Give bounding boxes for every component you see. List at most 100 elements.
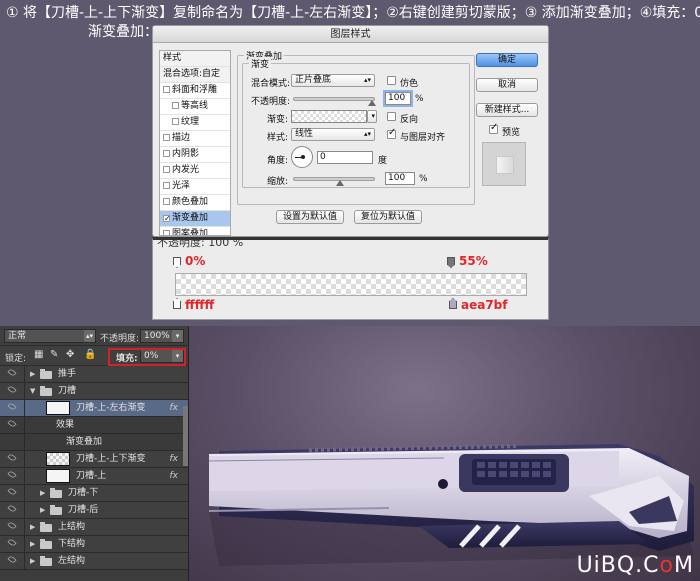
scale-input[interactable]: 100	[385, 172, 415, 185]
angle-dial[interactable]	[291, 146, 313, 168]
scale-label: 缩放:	[267, 177, 289, 187]
lock-all-icon[interactable]: 🔒	[84, 349, 96, 360]
effect-item[interactable]: 光泽	[160, 179, 230, 195]
cancel-button[interactable]: 取消	[476, 78, 538, 92]
gradient-dropdown[interactable]: ▾	[367, 110, 377, 123]
layer-row[interactable]: 渐变叠加	[0, 434, 188, 451]
blend-options-item[interactable]: 混合选项:自定	[160, 67, 230, 83]
folder-icon	[50, 505, 62, 515]
effect-item[interactable]: 内发光	[160, 163, 230, 179]
gradient-swatch[interactable]	[291, 110, 367, 123]
dither-checkbox[interactable]	[387, 76, 396, 85]
eye-icon[interactable]	[7, 401, 17, 412]
layer-row[interactable]: ▶ 下结构	[0, 536, 188, 553]
effect-item[interactable]: 内阴影	[160, 147, 230, 163]
align-with-layer-checkbox[interactable]	[387, 127, 396, 139]
reset-default-button[interactable]: 复位为默认值	[354, 210, 422, 224]
disclosure-triangle-icon[interactable]: ▶	[30, 366, 35, 382]
effect-checkbox[interactable]	[172, 102, 179, 109]
layer-row[interactable]: ▼ 刀槽	[0, 383, 188, 400]
opacity-stop-left[interactable]	[173, 257, 181, 268]
make-default-button[interactable]: 设置为默认值	[276, 210, 344, 224]
eye-icon[interactable]	[7, 469, 17, 480]
layer-row[interactable]: 刀槽-上-上下渐变 fx	[0, 451, 188, 468]
watermark-part-2: o	[659, 553, 675, 578]
effect-label: 等高线	[181, 101, 209, 111]
eye-icon[interactable]	[7, 520, 17, 531]
layer-name: 下结构	[58, 539, 86, 549]
effect-item[interactable]: 图案叠加	[160, 227, 230, 235]
opacity-stop-right[interactable]	[447, 257, 455, 268]
scale-slider-thumb[interactable]	[336, 180, 344, 186]
effect-checkbox[interactable]	[163, 230, 170, 235]
lock-move-icon[interactable]: ✥	[66, 349, 74, 360]
fx-icon[interactable]: fx	[170, 400, 179, 416]
effect-item[interactable]: 等高线	[160, 99, 230, 115]
cropped-opacity-label: 不透明度: 100 %	[157, 237, 244, 249]
disclosure-triangle-icon[interactable]: ▶	[30, 536, 35, 552]
scale-slider[interactable]	[293, 177, 375, 181]
effect-checkbox[interactable]: ✓	[163, 215, 171, 223]
effect-item[interactable]: ✓渐变叠加	[160, 211, 230, 227]
blend-mode-select[interactable]: 正片叠底 ▴▾	[291, 74, 375, 87]
blend-mode-dropdown[interactable]: 正常 ▴▾	[4, 329, 96, 343]
disclosure-triangle-icon[interactable]: ▼	[30, 383, 35, 399]
effect-checkbox[interactable]	[163, 134, 170, 141]
gradient-overlay-group: 渐变叠加 渐变 混合模式: 正片叠底▴▾ 仿色 不透明度: 100 % 渐变: …	[237, 49, 475, 224]
style-label: 样式:	[267, 133, 289, 143]
opacity-slider-thumb[interactable]	[368, 100, 376, 106]
eye-icon[interactable]	[7, 384, 17, 395]
disclosure-triangle-icon[interactable]: ▶	[30, 519, 35, 535]
color-stop-left[interactable]	[173, 298, 181, 309]
gradient-bar[interactable]	[175, 273, 527, 296]
eye-icon[interactable]	[7, 503, 17, 514]
fx-icon[interactable]: fx	[170, 468, 179, 484]
chevron-down-icon: ▴▾	[363, 130, 371, 138]
layers-scrollbar[interactable]	[183, 406, 188, 466]
effect-checkbox[interactable]	[163, 182, 170, 189]
eye-icon[interactable]	[7, 486, 17, 497]
fx-icon[interactable]: fx	[170, 451, 179, 467]
angle-input[interactable]: 0	[317, 151, 373, 164]
style-select[interactable]: 线性 ▴▾	[291, 128, 375, 141]
lock-transparent-icon[interactable]: ▦	[34, 349, 43, 360]
ok-button[interactable]: 确定	[476, 53, 538, 67]
layer-row[interactable]: 刀槽-上-左右渐变 fx	[0, 400, 188, 417]
eye-icon[interactable]	[7, 367, 17, 378]
eye-icon[interactable]	[7, 452, 17, 463]
layer-name: 左结构	[58, 556, 86, 566]
reverse-checkbox[interactable]	[387, 112, 396, 121]
effect-checkbox[interactable]	[163, 150, 170, 157]
effect-item[interactable]: 颜色叠加	[160, 195, 230, 211]
layer-row[interactable]: 效果	[0, 417, 188, 434]
layer-row[interactable]: ▶ 刀槽-下	[0, 485, 188, 502]
layer-row[interactable]: ▶ 左结构	[0, 553, 188, 570]
effect-item[interactable]: 纹理	[160, 115, 230, 131]
layer-row[interactable]: ▶ 刀槽-后	[0, 502, 188, 519]
new-style-button[interactable]: 新建样式...	[476, 103, 538, 117]
layer-row[interactable]: ▶ 推手	[0, 366, 188, 383]
styles-header[interactable]: 样式	[160, 51, 230, 67]
color-stop-right-value: aea7bf	[461, 298, 508, 312]
effect-checkbox[interactable]	[163, 166, 170, 173]
layer-opacity-input[interactable]: 100% ▾	[140, 329, 184, 343]
eye-icon[interactable]	[7, 418, 17, 429]
disclosure-triangle-icon[interactable]: ▶	[40, 502, 45, 518]
effect-checkbox[interactable]	[163, 198, 170, 205]
layer-row[interactable]: 刀槽-上 fx	[0, 468, 188, 485]
effect-item[interactable]: 斜面和浮雕	[160, 83, 230, 99]
effect-checkbox[interactable]	[172, 118, 179, 125]
lock-paint-icon[interactable]: ✎	[50, 349, 58, 360]
opacity-slider[interactable]	[293, 97, 375, 101]
effect-label: 纹理	[181, 117, 200, 127]
opacity-input[interactable]: 100	[385, 92, 411, 105]
eye-icon[interactable]	[7, 537, 17, 548]
effect-checkbox[interactable]	[163, 86, 170, 93]
layer-row[interactable]: ▶ 上结构	[0, 519, 188, 536]
preview-checkbox[interactable]	[489, 122, 498, 134]
effect-item[interactable]: 描边	[160, 131, 230, 147]
disclosure-triangle-icon[interactable]: ▶	[40, 485, 45, 501]
eye-icon[interactable]	[7, 554, 17, 565]
disclosure-triangle-icon[interactable]: ▶	[30, 553, 35, 569]
color-stop-right[interactable]	[449, 298, 457, 309]
